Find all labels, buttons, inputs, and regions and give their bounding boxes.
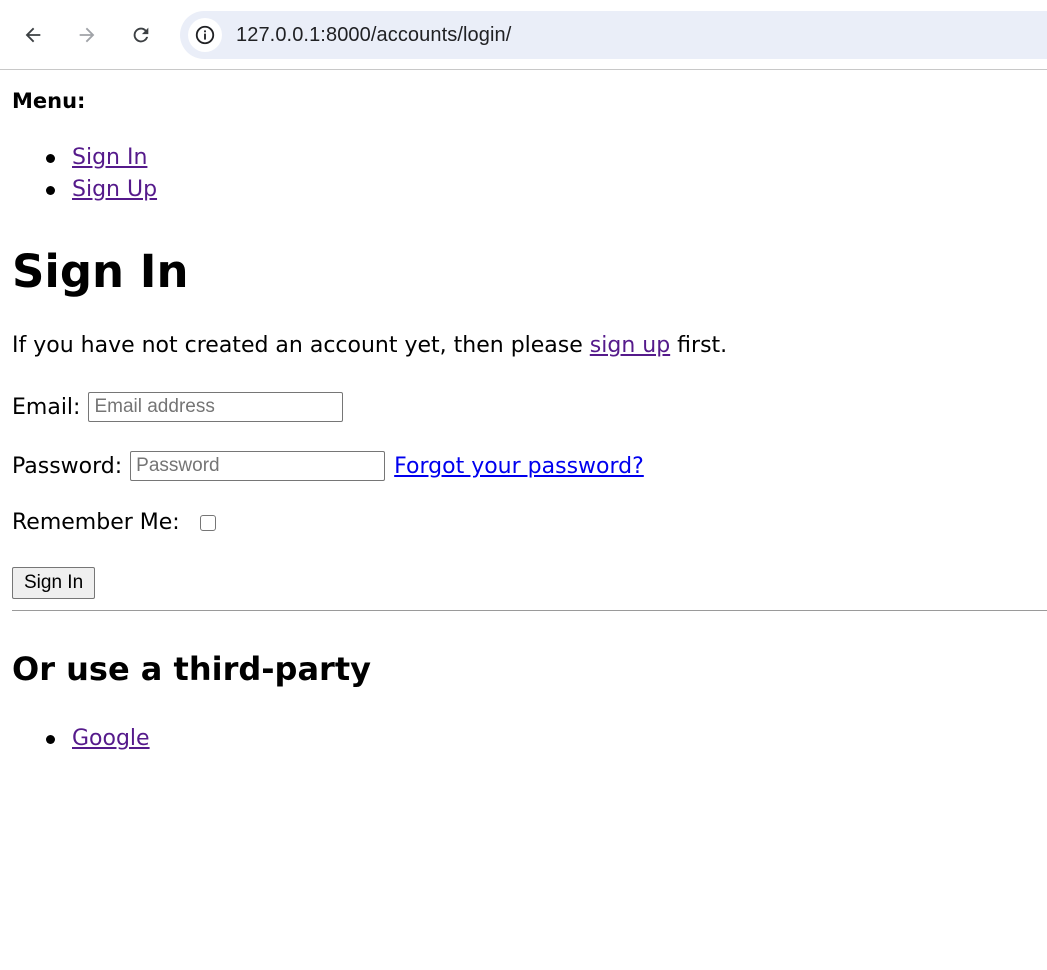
third-party-heading: Or use a third-party [12,650,371,688]
site-info-button[interactable] [188,18,222,52]
intro-text: If you have not created an account yet, … [12,333,727,358]
remember-row: Remember Me: [12,510,216,535]
email-label: Email: [12,394,81,420]
remember-label: Remember Me: [12,510,180,535]
sign-up-link[interactable]: Sign Up [72,177,157,202]
provider-item-google: Google [12,723,150,755]
forward-button[interactable] [70,18,104,52]
google-link[interactable]: Google [72,726,150,751]
reload-icon [133,27,149,43]
reload-button[interactable] [124,18,158,52]
forgot-password-link[interactable]: Forgot your password? [394,454,644,479]
menu-item-sign-up: Sign Up [12,174,157,206]
sign-in-link[interactable]: Sign In [72,145,147,170]
email-field[interactable] [88,392,344,422]
sign-in-button[interactable]: Sign In [12,567,96,599]
intro-sign-up-link[interactable]: sign up [590,333,670,358]
email-row: Email: [12,392,344,422]
provider-list: Google [12,723,150,755]
back-button[interactable] [16,18,50,52]
back-arrow-icon [25,27,41,43]
menu-title: Menu: [12,89,86,113]
forward-arrow-icon [79,27,95,43]
menu-item-sign-in: Sign In [12,142,157,174]
password-field[interactable] [130,451,386,481]
address-bar[interactable]: 127.0.0.1:8000/accounts/login/ [180,11,1047,59]
menu-list: Sign In Sign Up [12,142,157,206]
password-label: Password: [12,453,123,479]
remember-checkbox[interactable] [199,514,216,531]
browser-toolbar: 127.0.0.1:8000/accounts/login/ [0,0,1047,70]
page-title: Sign In [12,245,189,298]
password-row: Password: Forgot your password? [12,451,644,481]
url-text[interactable]: 127.0.0.1:8000/accounts/login/ [236,24,511,47]
site-info-icon [195,25,215,45]
divider [12,610,1047,611]
intro-after: first. [670,333,728,358]
intro-before: If you have not created an account yet, … [12,333,590,358]
